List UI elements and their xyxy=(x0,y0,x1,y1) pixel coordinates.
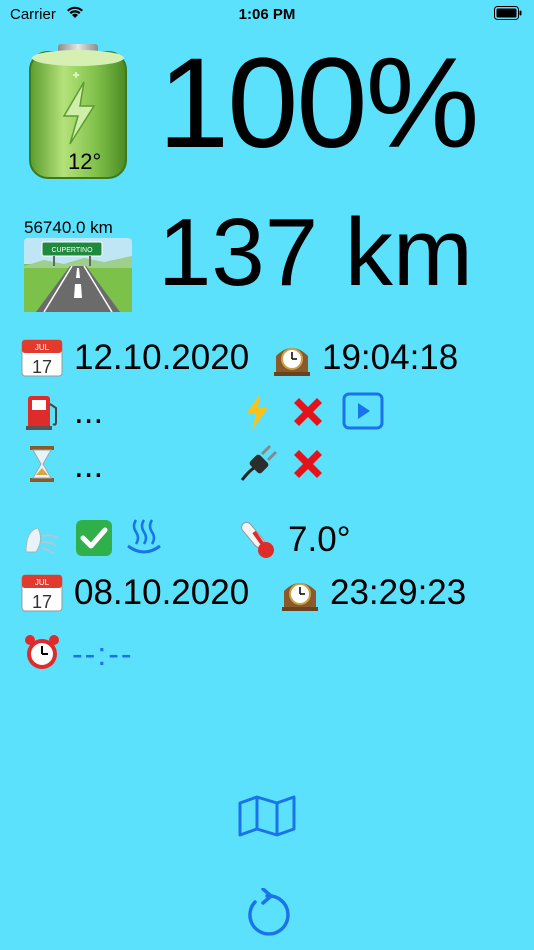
range-value: 137 km xyxy=(158,199,473,306)
calendar-icon: JUL 17 xyxy=(20,338,64,383)
svg-text:17: 17 xyxy=(32,357,52,377)
plug-cross-mark-icon xyxy=(290,446,326,487)
charging-cross-mark-icon xyxy=(290,394,326,435)
road-icon: CUPERTINO xyxy=(24,238,132,317)
refresh-icon xyxy=(248,887,290,936)
odometer: 56740.0 km xyxy=(24,218,113,237)
map-icon xyxy=(238,795,296,837)
alarm-clock-icon[interactable] xyxy=(22,632,62,677)
mantelpiece-clock-icon xyxy=(272,338,312,383)
battery-percent: 100% xyxy=(158,32,479,175)
plug-icon xyxy=(238,444,278,489)
last-update-date: 12.10.2020 xyxy=(74,338,250,377)
check-mark-icon xyxy=(74,518,114,563)
last-update-time: 19:04:18 xyxy=(322,338,459,377)
status-time: 1:06 PM xyxy=(238,6,296,23)
road-sign-text: CUPERTINO xyxy=(51,247,93,254)
lightning-icon xyxy=(240,392,274,438)
status-battery-icon xyxy=(494,6,522,24)
alarm-time[interactable]: --:-- xyxy=(72,636,134,673)
timer-value: ... xyxy=(74,446,104,485)
climate-temperature: 7.0° xyxy=(288,520,351,559)
previous-mantelpiece-clock-icon xyxy=(280,573,320,618)
wind-face-icon xyxy=(22,522,62,563)
previous-time: 23:29:23 xyxy=(330,573,467,612)
thermometer-icon xyxy=(238,518,278,565)
previous-date: 08.10.2020 xyxy=(74,573,250,612)
svg-text:JUL: JUL xyxy=(35,343,50,352)
hot-springs-icon xyxy=(124,516,164,563)
refresh-button[interactable] xyxy=(243,887,291,943)
hourglass-icon xyxy=(26,444,58,489)
fuel-value: ... xyxy=(74,392,104,431)
battery-temperature: 12° xyxy=(68,149,102,174)
play-button-icon[interactable] xyxy=(342,392,384,435)
svg-text:17: 17 xyxy=(32,592,52,612)
map-button[interactable] xyxy=(237,795,297,842)
svg-text:JUL: JUL xyxy=(35,578,50,587)
fuel-pump-icon xyxy=(22,392,62,437)
status-bar: Carrier 1:06 PM xyxy=(0,0,534,30)
previous-calendar-icon: JUL 17 xyxy=(20,573,64,618)
